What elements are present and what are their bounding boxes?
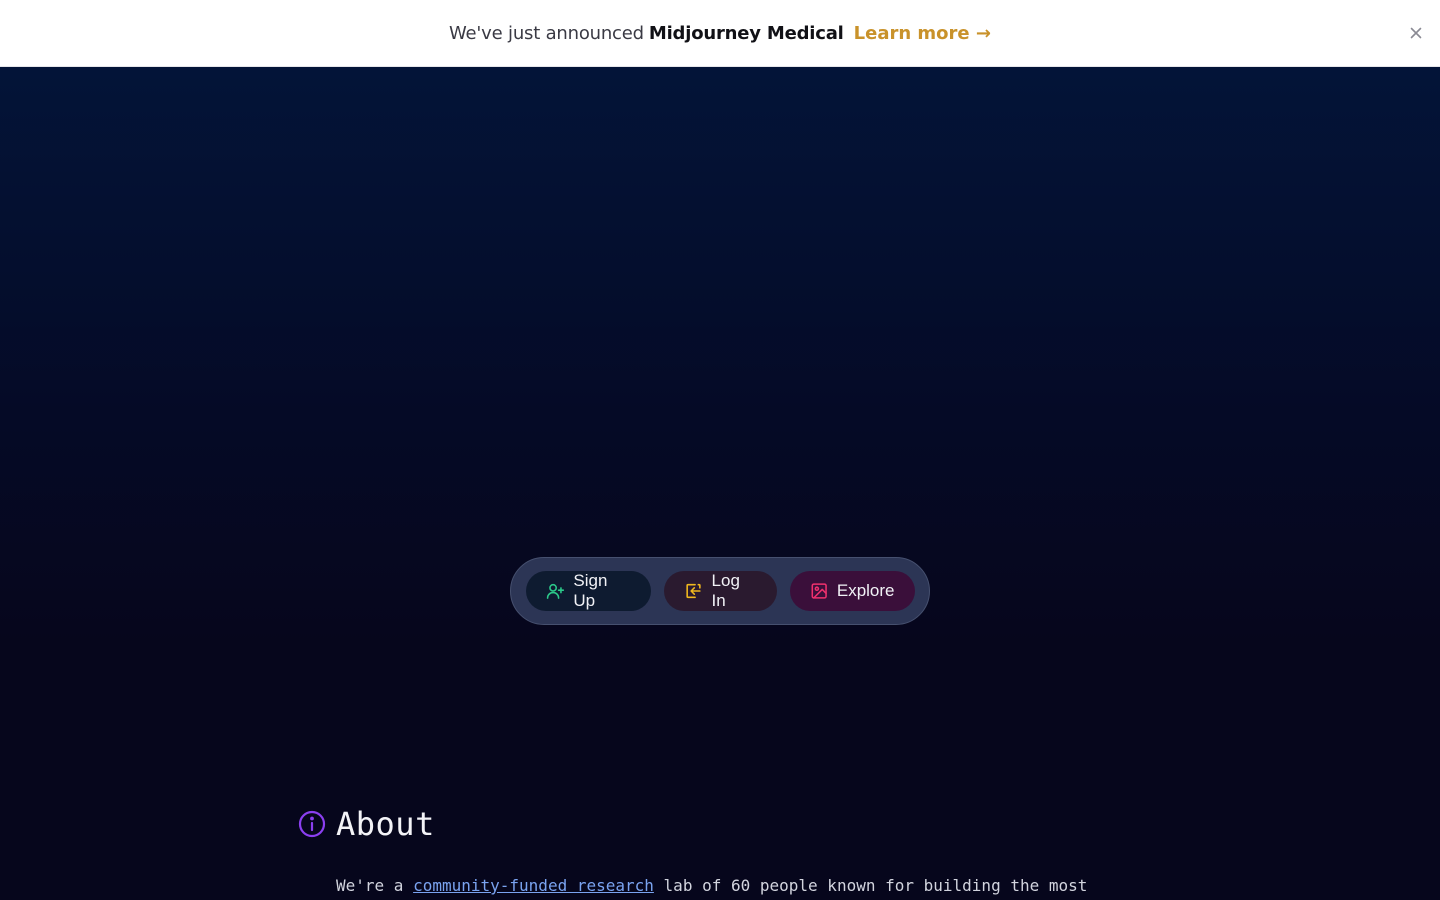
about-paragraph: We're a community-funded research lab of… xyxy=(336,876,1087,895)
info-icon xyxy=(298,810,326,838)
image-icon xyxy=(811,583,827,599)
sign-up-button[interactable]: Sign Up xyxy=(525,571,651,611)
banner-highlight: Midjourney Medical xyxy=(648,22,844,44)
banner-prefix: We've just announced xyxy=(449,22,644,44)
explore-label: Explore xyxy=(836,581,895,600)
about-title: About xyxy=(336,805,435,843)
learn-more-link[interactable]: Learn more → xyxy=(854,23,991,44)
sign-up-label: Sign Up xyxy=(573,571,608,610)
user-plus-icon xyxy=(546,583,564,599)
hero-section: Sign Up Log In Explore About We're a com… xyxy=(0,67,1440,900)
close-icon xyxy=(1410,27,1422,39)
about-text-before: We're a xyxy=(336,876,404,895)
about-heading: About xyxy=(298,805,435,843)
close-banner-button[interactable] xyxy=(1406,23,1426,43)
log-in-label: Log In xyxy=(711,571,740,610)
community-funded-research-link[interactable]: community-funded research xyxy=(413,876,654,895)
about-text-after: lab of 60 people known for building the … xyxy=(663,876,1088,895)
announcement-banner: We've just announced Midjourney Medical L… xyxy=(0,0,1440,67)
log-in-button[interactable]: Log In xyxy=(663,571,777,611)
action-button-group: Sign Up Log In Explore xyxy=(510,557,930,625)
log-in-icon xyxy=(685,583,701,599)
explore-button[interactable]: Explore xyxy=(789,571,915,611)
banner-message: We've just announced Midjourney Medical xyxy=(449,23,844,44)
